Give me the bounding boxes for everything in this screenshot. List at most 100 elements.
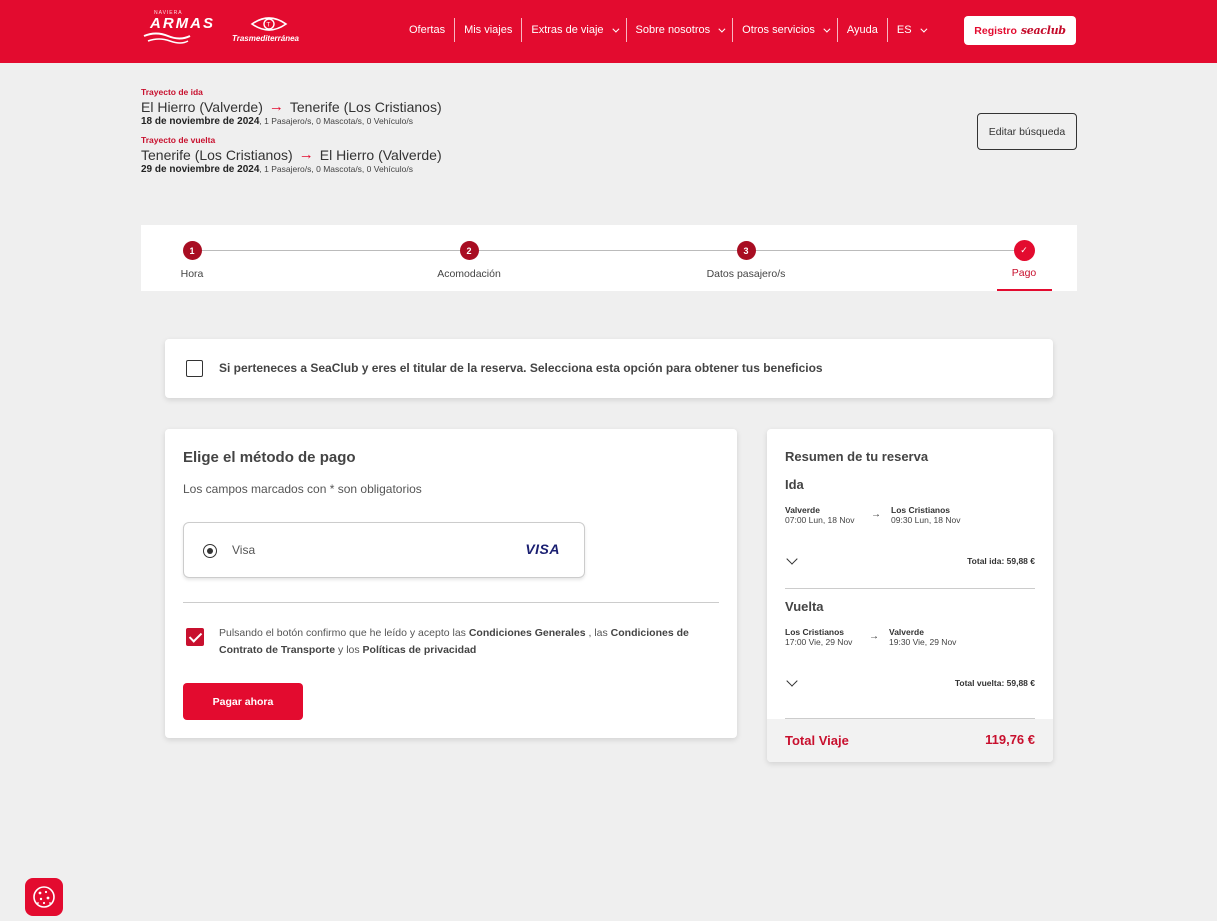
terms-prefix: Pulsando el botón confirmo que he leído … [219, 627, 469, 639]
privacy-policy-link[interactable]: Políticas de privacidad [363, 644, 477, 656]
summary-title: Resumen de tu reserva [785, 449, 929, 464]
return-trip-summary: Trayecto de vuelta Tenerife (Los Cristia… [141, 135, 442, 175]
chevron-down-icon [718, 25, 726, 33]
main-nav: Ofertas Mis viajes Extras de viaje Sobre no… [400, 18, 934, 42]
visa-payment-option[interactable]: Visa VISA [183, 522, 585, 578]
terms-mid: , las [585, 627, 611, 639]
outbound-arrival-port: Los Cristianos [891, 505, 951, 515]
nav-item-mis-viajes[interactable]: Mis viajes [455, 18, 523, 42]
outbound-route: El Hierro (Valverde) → Tenerife (Los Cri… [141, 98, 442, 115]
outbound-from: El Hierro (Valverde) [141, 98, 263, 115]
step-label: Acomodación [437, 268, 501, 280]
step-datos-pasajeros[interactable]: 3 Datos pasajero/s [686, 241, 806, 280]
return-departure: Los Cristianos 17:00 Vie, 29 Nov [785, 627, 852, 647]
return-meta: 29 de noviembre de 2024, 1 Pasajero/s, 0… [141, 164, 442, 175]
chevron-down-icon [611, 25, 619, 33]
register-seaclub-button[interactable]: Registro seaclub [964, 16, 1076, 45]
return-trip-label: Trayecto de vuelta [141, 135, 216, 145]
return-departure-port: Los Cristianos [785, 627, 845, 637]
nav-item-sobre-nosotros[interactable]: Sobre nosotros [627, 18, 734, 42]
terms-text: Pulsando el botón confirmo que he leído … [219, 625, 719, 659]
booking-stepper: 1 Hora 2 Acomodación 3 Datos pasajero/s … [141, 225, 1077, 291]
return-to: El Hierro (Valverde) [319, 146, 442, 163]
return-arrival-time: 19:30 Vie, 29 Nov [889, 637, 957, 647]
chevron-down-icon [823, 25, 831, 33]
return-details: , 1 Pasajero/s, 0 Mascota/s, 0 Vehículo/… [259, 164, 413, 174]
naviera-armas-logo[interactable]: NAVIERA ARMAS [140, 10, 220, 46]
step-number: 1 [182, 241, 202, 260]
nav-item-label: ES [896, 24, 912, 36]
step-pago[interactable]: ✓ Pago [964, 240, 1084, 279]
nav-item-label: Extras de viaje [531, 24, 604, 36]
outbound-arrival-time: 09:30 Lun, 18 Nov [891, 515, 961, 525]
return-departure-time: 17:00 Vie, 29 Nov [785, 637, 853, 647]
nav-item-ofertas[interactable]: Ofertas [400, 18, 456, 42]
edit-search-button[interactable]: Editar búsqueda [977, 113, 1077, 150]
step-number: 2 [459, 241, 479, 260]
register-label: Registro [974, 24, 1017, 37]
step-hora[interactable]: 1 Hora [132, 241, 252, 280]
nav-item-label: Mis viajes [464, 24, 513, 36]
nav-item-label: Sobre nosotros [635, 24, 711, 36]
arrow-right-icon: → [869, 631, 879, 642]
nav-item-es[interactable]: ES [888, 18, 934, 42]
payment-title: Elige el método de pago [183, 449, 356, 466]
outbound-to: Tenerife (Los Cristianos) [289, 98, 442, 115]
return-arrival-port: Valverde [889, 627, 924, 637]
stepper-line [192, 250, 1024, 251]
check-icon: ✓ [1013, 240, 1035, 261]
divider [183, 602, 719, 603]
top-navbar: NAVIERA ARMAS T Trasmediterránea Ofertas… [0, 0, 1217, 63]
cookie-settings-icon[interactable] [25, 878, 63, 916]
return-route: Tenerife (Los Cristianos) → El Hierro (V… [141, 146, 442, 163]
visa-label: Visa [232, 543, 256, 557]
outbound-subtotal: Total ida: 59,88 € [967, 556, 1035, 566]
step-label: Pago [1011, 267, 1037, 279]
terms-mid2: y los [335, 644, 363, 656]
step-number: 3 [736, 241, 756, 260]
logo-armas-text: ARMAS [150, 15, 215, 32]
nav-item-label: Otros servicios [742, 24, 815, 36]
total-value: 119,76 € [985, 732, 1035, 747]
active-step-indicator [997, 289, 1052, 291]
outbound-arrival: Los Cristianos 09:30 Lun, 18 Nov [891, 505, 960, 525]
cookie-icon [33, 886, 55, 908]
total-label: Total Viaje [785, 733, 849, 748]
logo-wave-icon [143, 32, 191, 44]
terms-checkbox[interactable] [186, 628, 204, 646]
total-bar: Total Viaje 119,76 € [767, 719, 1053, 762]
seaclub-brand-logo: seaclub [1020, 24, 1066, 37]
chevron-down-icon[interactable] [786, 553, 798, 565]
nav-item-otros-servicios[interactable]: Otros servicios [733, 18, 838, 42]
outbound-departure: Valverde 07:00 Lun, 18 Nov [785, 505, 854, 525]
arrow-right-icon: → [298, 146, 314, 163]
seaclub-checkbox[interactable] [186, 360, 203, 377]
seaclub-checkbox-label[interactable]: Si perteneces a SeaClub y eres el titula… [219, 361, 823, 375]
outbound-details: , 1 Pasajero/s, 0 Mascota/s, 0 Vehículo/… [259, 116, 413, 126]
arrow-right-icon: → [871, 509, 881, 520]
outbound-trip-label: Trayecto de ida [141, 87, 203, 97]
seaclub-benefits-card: Si perteneces a SeaClub y eres el titula… [165, 339, 1053, 398]
outbound-departure-time: 07:00 Lun, 18 Nov [785, 515, 855, 525]
chevron-down-icon[interactable] [786, 675, 798, 687]
step-label: Datos pasajero/s [706, 268, 786, 280]
nav-item-extras-de-viaje[interactable]: Extras de viaje [522, 18, 627, 42]
outbound-meta: 18 de noviembre de 2024, 1 Pasajero/s, 0… [141, 116, 442, 127]
outbound-departure-port: Valverde [785, 505, 820, 515]
step-acomodacion[interactable]: 2 Acomodación [409, 241, 529, 280]
pay-now-button[interactable]: Pagar ahora [183, 683, 303, 720]
logo-trasme-text: Trasmediterránea [232, 34, 299, 43]
trasmediterranea-logo[interactable]: T Trasmediterránea [232, 14, 322, 46]
chevron-down-icon [919, 25, 928, 33]
svg-text:T: T [266, 22, 271, 29]
trasme-emblem-icon: T [250, 17, 288, 31]
visa-radio[interactable] [203, 544, 217, 558]
nav-item-label: Ofertas [409, 24, 446, 36]
step-label: Hora [180, 268, 204, 280]
nav-item-ayuda[interactable]: Ayuda [838, 18, 888, 42]
outbound-date: 18 de noviembre de 2024 [141, 116, 260, 127]
return-subtotal: Total vuelta: 59,88 € [954, 678, 1035, 688]
general-conditions-link[interactable]: Condiciones Generales [469, 627, 586, 639]
nav-item-label: Ayuda [846, 24, 878, 36]
booking-summary-card: Resumen de tu reserva Ida Valverde 07:00… [767, 429, 1053, 762]
